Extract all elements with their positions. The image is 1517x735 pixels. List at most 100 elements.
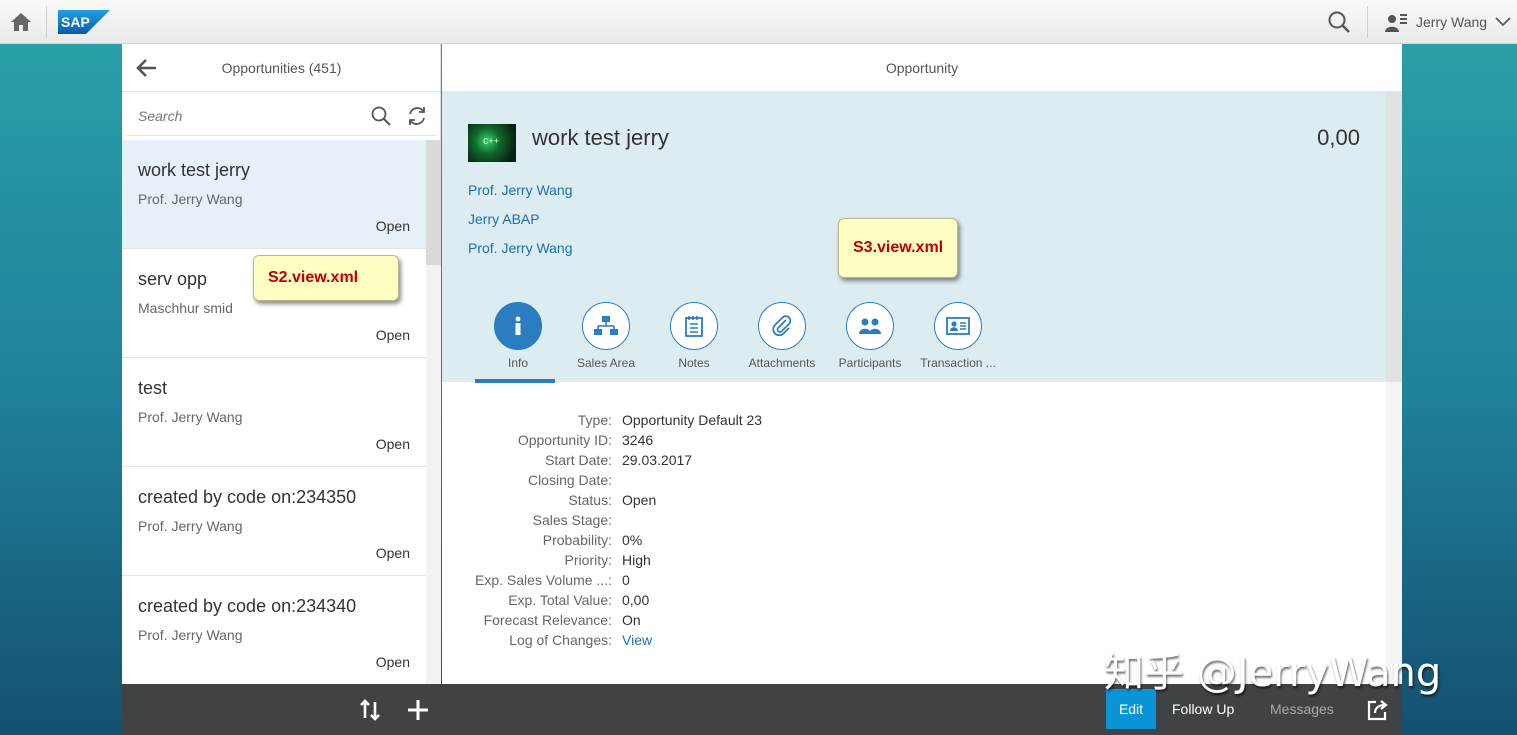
field-label: Start Date: — [545, 452, 612, 468]
tab-label: Notes — [678, 356, 710, 370]
form-row: Closing Date: — [442, 472, 1386, 492]
field-value: Opportunity Default 23 — [622, 412, 763, 428]
form-row: Exp. Total Value: 0,00 — [442, 592, 1386, 612]
annotation-note-s3: S3.view.xml — [838, 218, 958, 278]
sort-icon[interactable] — [358, 698, 382, 722]
field-label: Exp. Total Value: — [508, 592, 612, 608]
field-value: On — [622, 612, 641, 628]
field-value: Open — [622, 492, 657, 508]
list-item[interactable]: test Prof. Jerry Wang Open — [122, 358, 426, 467]
tab-label: Sales Area — [576, 356, 636, 370]
item-subtitle: Prof. Jerry Wang — [138, 627, 243, 643]
field-label: Probability: — [542, 532, 612, 548]
form-row: Type: Opportunity Default 23 — [442, 412, 1386, 432]
item-title: created by code on:234340 — [138, 596, 357, 616]
detail-title: Opportunity — [442, 44, 1402, 92]
shell-divider — [1367, 6, 1368, 38]
field-label: Opportunity ID: — [517, 432, 612, 448]
form-row: Probability: 0% — [442, 532, 1386, 552]
object-attribute[interactable]: Prof. Jerry Wang — [468, 240, 573, 256]
field-label: Forecast Relevance: — [483, 612, 612, 628]
item-status: Open — [375, 218, 410, 234]
search-field — [126, 96, 437, 136]
list-scrollbar[interactable] — [426, 140, 441, 684]
user-menu[interactable]: Jerry Wang — [1384, 10, 1511, 34]
object-attribute[interactable]: Prof. Jerry Wang — [468, 182, 573, 198]
business-card-icon — [946, 317, 970, 335]
search-icon[interactable] — [370, 105, 392, 127]
shell-divider — [46, 6, 47, 38]
log-of-changes-link[interactable]: View — [622, 632, 652, 648]
icon-tab-bar: Info Sales Area Notes Attachments Partic… — [474, 302, 1374, 382]
tab-participants[interactable]: Participants — [826, 302, 914, 370]
home-icon[interactable] — [8, 9, 34, 35]
opportunity-list: work test jerry Prof. Jerry Wang Open se… — [122, 140, 426, 685]
user-icon — [1385, 14, 1407, 32]
item-subtitle: Maschhur smid — [138, 300, 233, 316]
thumbnail-text: C++ — [483, 137, 500, 147]
annotation-note-s2: S2.view.xml — [253, 255, 399, 301]
detail-scrollbar[interactable] — [1386, 92, 1402, 684]
form-row: Exp. Sales Volume ...: 0 — [442, 572, 1386, 592]
list-item[interactable]: work test jerry Prof. Jerry Wang Open — [122, 140, 426, 249]
item-title: work test jerry — [138, 160, 251, 180]
search-icon[interactable] — [1326, 9, 1352, 35]
item-status: Open — [375, 545, 410, 561]
share-icon[interactable] — [1366, 698, 1390, 722]
scrollbar-thumb[interactable] — [1386, 92, 1402, 382]
hierarchy-icon — [594, 316, 618, 335]
field-value: 0,00 — [622, 592, 650, 608]
tab-transaction[interactable]: Transaction ... — [914, 302, 1002, 370]
form-row: Priority: High — [442, 552, 1386, 572]
info-icon — [515, 316, 521, 335]
master-panel: Opportunities (451) work test jerry Prof… — [122, 44, 441, 685]
field-label: Log of Changes: — [509, 632, 612, 648]
field-value: 0% — [622, 532, 643, 548]
watermark: 知乎 @JerryWang — [1104, 650, 1442, 696]
item-subtitle: Prof. Jerry Wang — [138, 191, 243, 207]
sap-logo[interactable]: SAP — [58, 10, 110, 34]
item-status: Open — [375, 654, 410, 670]
paperclip-icon — [772, 315, 792, 337]
item-title: created by code on:234350 — [138, 487, 357, 507]
search-input[interactable] — [138, 107, 358, 124]
shell-bar: SAP Jerry Wang — [0, 0, 1517, 44]
field-label: Priority: — [564, 552, 612, 568]
tab-label: Attachments — [748, 356, 816, 370]
field-value: High — [622, 552, 651, 568]
tab-attachments[interactable]: Attachments — [738, 302, 826, 370]
refresh-icon[interactable] — [406, 105, 428, 127]
object-title: work test jerry — [532, 125, 669, 150]
tab-notes[interactable]: Notes — [650, 302, 738, 370]
form-row: Sales Stage: — [442, 512, 1386, 532]
tab-label: Info — [507, 356, 528, 370]
object-thumbnail: C++ — [468, 124, 516, 162]
tab-label: Participants — [838, 356, 902, 370]
form-row: Opportunity ID: 3246 — [442, 432, 1386, 452]
item-title: serv opp — [138, 269, 208, 289]
field-label: Closing Date: — [527, 472, 612, 488]
detail-panel: Opportunity C++ work test jerry 0,00 Pro… — [442, 44, 1402, 684]
list-item[interactable]: created by code on:234340 Prof. Jerry Wa… — [122, 576, 426, 685]
item-subtitle: Prof. Jerry Wang — [138, 518, 243, 534]
scrollbar-thumb[interactable] — [426, 140, 441, 265]
item-status: Open — [375, 327, 410, 343]
selected-tab-indicator — [475, 379, 555, 383]
master-title: Opportunities (451) — [221, 60, 342, 76]
field-value: 3246 — [622, 432, 654, 448]
user-name: Jerry Wang — [1416, 14, 1488, 30]
object-attribute[interactable]: Jerry ABAP — [468, 211, 540, 227]
list-item[interactable]: created by code on:234350 Prof. Jerry Wa… — [122, 467, 426, 576]
master-header: Opportunities (451) — [122, 44, 440, 92]
item-subtitle: Prof. Jerry Wang — [138, 409, 243, 425]
form-row: Status: Open — [442, 492, 1386, 512]
field-label: Status: — [568, 492, 612, 508]
tab-info[interactable]: Info — [474, 302, 562, 370]
add-icon[interactable] — [406, 698, 430, 722]
tab-label: Transaction ... — [920, 356, 996, 370]
tab-sales-area[interactable]: Sales Area — [562, 302, 650, 370]
item-title: test — [138, 378, 168, 398]
sap-logo-text: SAP — [61, 14, 90, 30]
field-label: Type: — [577, 412, 612, 428]
form-row: Forecast Relevance: On — [442, 612, 1386, 632]
